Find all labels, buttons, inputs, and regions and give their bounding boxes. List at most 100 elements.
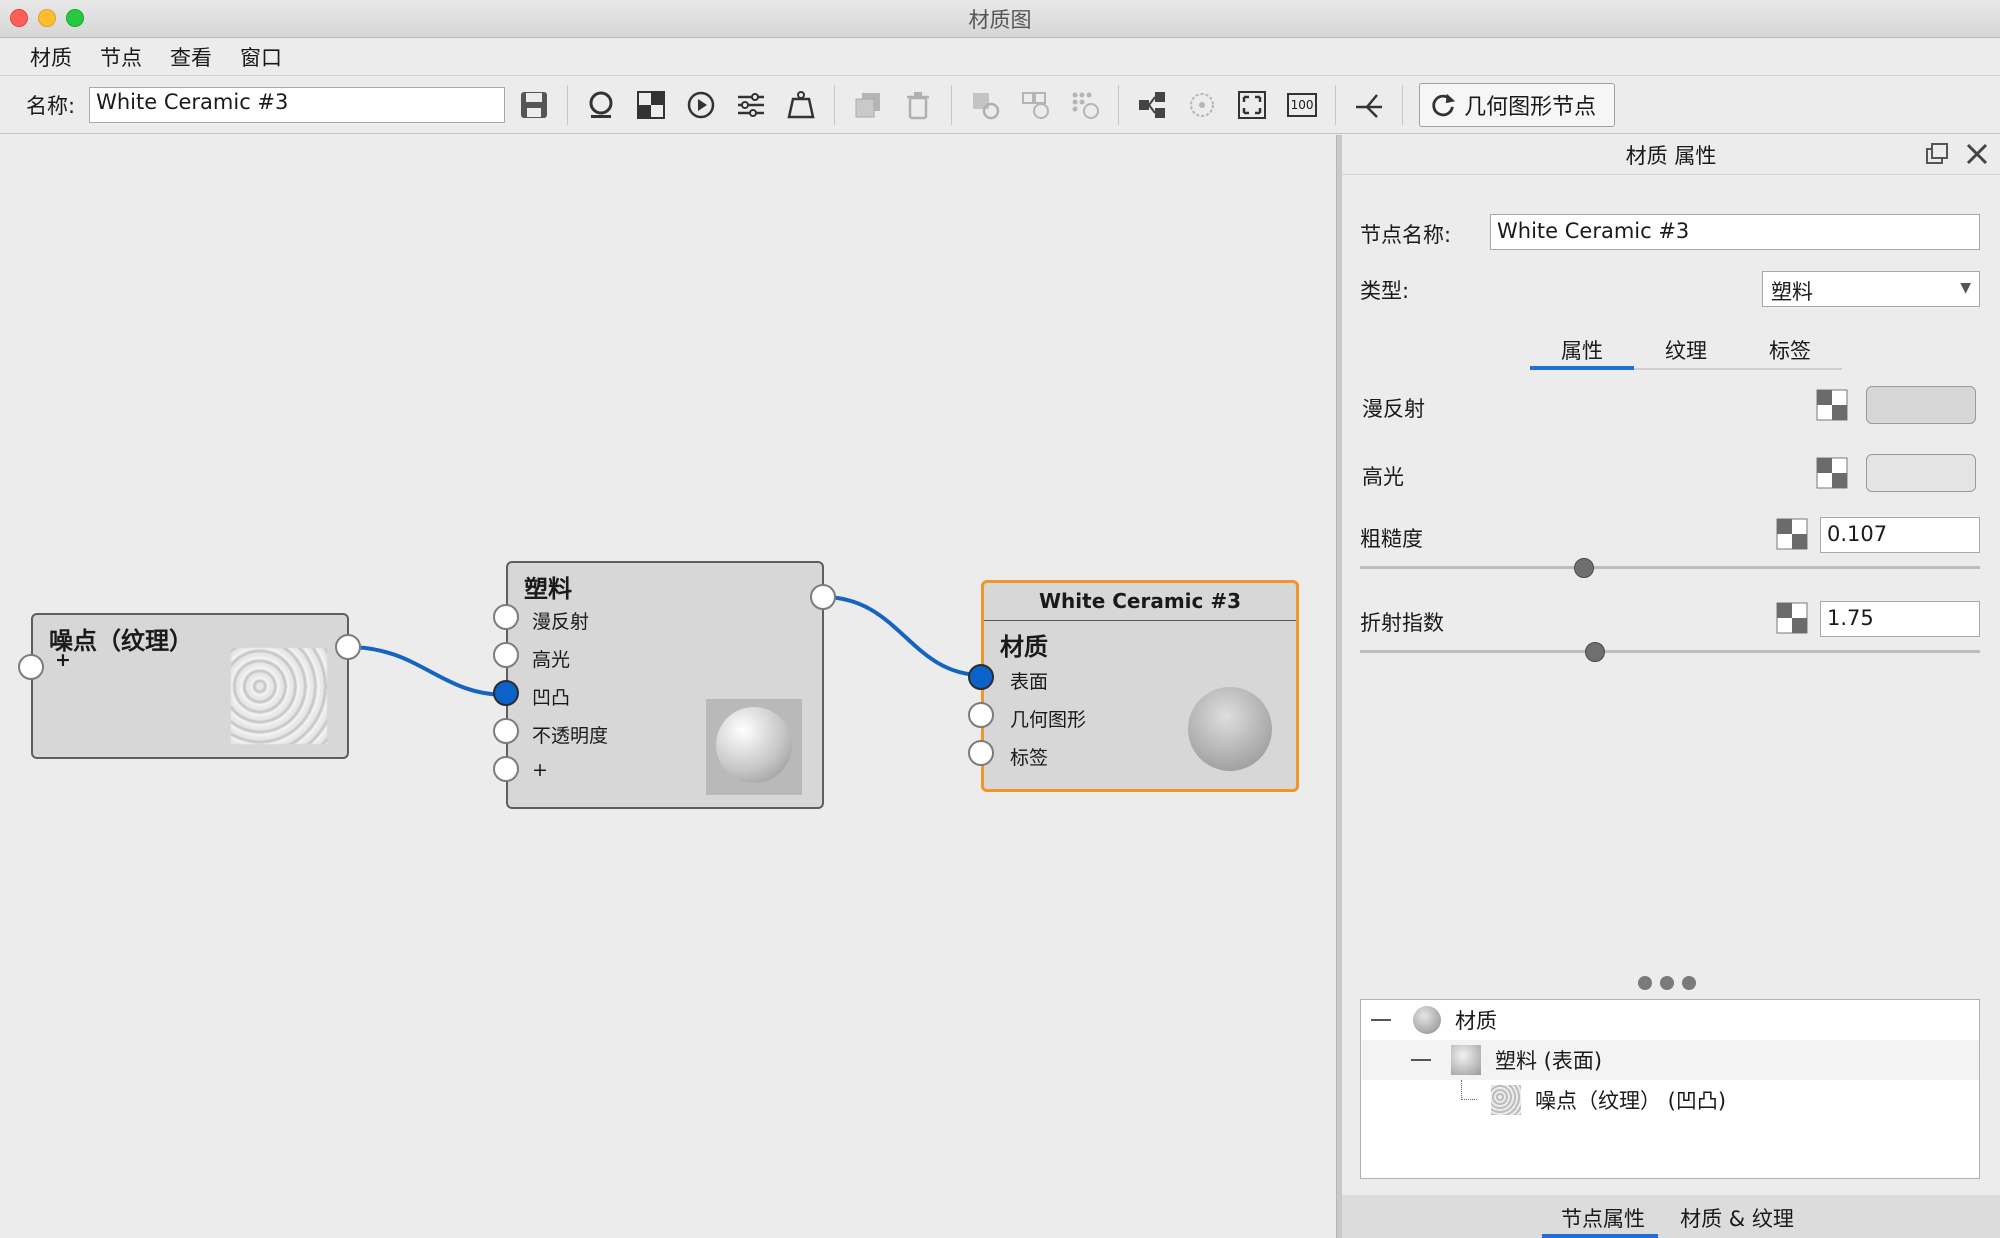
collapse-icon[interactable] bbox=[1411, 1059, 1431, 1061]
node-title: 塑料 bbox=[524, 575, 572, 603]
panel-title: 材质 属性 bbox=[1625, 143, 1717, 168]
preview-sphere-button[interactable] bbox=[582, 86, 620, 124]
material-tree: 材质 塑料 (表面) 噪点（纹理） (凹凸) bbox=[1360, 999, 1980, 1179]
plastic-specular-port[interactable] bbox=[493, 642, 519, 668]
add-node-button[interactable] bbox=[966, 86, 1004, 124]
noise-node[interactable]: 噪点（纹理） + bbox=[31, 613, 349, 759]
duplicate-button[interactable] bbox=[849, 86, 887, 124]
diffuse-texture-icon[interactable] bbox=[1816, 389, 1848, 421]
menu-window[interactable]: 窗口 bbox=[226, 42, 296, 72]
plastic-diffuse-port[interactable] bbox=[493, 604, 519, 630]
type-label: 类型: bbox=[1360, 279, 1410, 303]
tree-row[interactable]: 塑料 (表面) bbox=[1361, 1040, 1979, 1080]
wire-noise-to-bump bbox=[347, 645, 507, 697]
port-label-specular: 高光 bbox=[532, 649, 571, 671]
checker-background-button[interactable] bbox=[632, 86, 670, 124]
resize-handle-dots[interactable] bbox=[1638, 976, 1696, 990]
noise-input-port[interactable] bbox=[18, 654, 44, 680]
undock-icon[interactable] bbox=[1924, 141, 1950, 167]
material-sphere-icon bbox=[1413, 1006, 1441, 1034]
add-port-label[interactable]: + bbox=[55, 649, 71, 671]
diffuse-color-swatch[interactable] bbox=[1866, 386, 1976, 424]
save-button[interactable] bbox=[515, 86, 553, 124]
material-tag-port[interactable] bbox=[968, 740, 994, 766]
ior-texture-icon[interactable] bbox=[1776, 602, 1808, 634]
roughness-label: 粗糙度 bbox=[1360, 527, 1423, 551]
specular-color-swatch[interactable] bbox=[1866, 454, 1976, 492]
roughness-input[interactable]: 0.107 bbox=[1820, 517, 1980, 553]
close-window-button[interactable] bbox=[10, 9, 28, 27]
trash-icon bbox=[907, 91, 930, 119]
noise-thumb-icon bbox=[1491, 1085, 1521, 1115]
port-label-surface: 表面 bbox=[1010, 671, 1049, 693]
collapse-icon[interactable] bbox=[1371, 1019, 1391, 1021]
geometry-node-button[interactable]: 几何图形节点 bbox=[1419, 82, 1616, 127]
group-nodes-button[interactable] bbox=[1016, 86, 1054, 124]
tree-row[interactable]: 材质 bbox=[1361, 1000, 1979, 1040]
tab-texture[interactable]: 纹理 bbox=[1634, 335, 1738, 365]
group-icon bbox=[1022, 91, 1050, 119]
close-panel-icon[interactable] bbox=[1964, 141, 1990, 167]
weight-icon bbox=[787, 90, 815, 118]
port-label-bump: 凹凸 bbox=[532, 687, 571, 709]
fit-view-button[interactable] bbox=[1233, 86, 1271, 124]
minimize-window-button[interactable] bbox=[38, 9, 56, 27]
port-label-add[interactable]: + bbox=[532, 759, 548, 781]
tree-label-noise: 噪点（纹理） (凹凸) bbox=[1535, 1089, 1727, 1113]
menu-node[interactable]: 节点 bbox=[86, 42, 156, 72]
material-node-header: White Ceramic #3 bbox=[984, 583, 1296, 621]
plastic-bump-port[interactable] bbox=[493, 680, 519, 706]
roughness-slider-track[interactable] bbox=[1360, 566, 1980, 569]
zoom-100-button[interactable]: 100 bbox=[1283, 86, 1321, 124]
type-select-value: 塑料 bbox=[1771, 280, 1813, 304]
toolbar-separator bbox=[1335, 84, 1337, 125]
node-graph-canvas[interactable]: 噪点（纹理） + 塑料 漫反射 高光 凹凸 不透明度 + White Ceram… bbox=[0, 135, 1336, 1238]
specular-texture-icon[interactable] bbox=[1816, 457, 1848, 489]
copy-icon bbox=[855, 92, 881, 117]
maximize-window-button[interactable] bbox=[66, 9, 84, 27]
plastic-opacity-port[interactable] bbox=[493, 718, 519, 744]
tree-label-material: 材质 bbox=[1455, 1009, 1497, 1033]
material-sphere-preview bbox=[1188, 687, 1272, 771]
sliders-icon bbox=[738, 92, 765, 117]
tree-layout-icon bbox=[1139, 91, 1166, 118]
ior-slider-thumb[interactable] bbox=[1585, 642, 1605, 662]
name-label: 名称: bbox=[26, 93, 76, 118]
material-node[interactable]: White Ceramic #3 材质 表面 几何图形 标签 bbox=[981, 580, 1299, 792]
share-button[interactable] bbox=[1350, 86, 1388, 124]
plastic-output-port[interactable] bbox=[810, 584, 836, 610]
roughness-slider-thumb[interactable] bbox=[1574, 558, 1594, 578]
ior-input[interactable]: 1.75 bbox=[1820, 601, 1980, 637]
tree-row[interactable]: 噪点（纹理） (凹凸) bbox=[1361, 1080, 1979, 1120]
node-add-icon bbox=[973, 92, 1000, 119]
roughness-texture-icon[interactable] bbox=[1776, 518, 1808, 550]
node-name-input[interactable]: White Ceramic #3 bbox=[1490, 214, 1980, 250]
tab-properties[interactable]: 属性 bbox=[1530, 335, 1634, 365]
noise-output-port[interactable] bbox=[335, 634, 361, 660]
material-geometry-port[interactable] bbox=[968, 702, 994, 728]
bottom-tab-active-indicator bbox=[1542, 1234, 1658, 1238]
adjust-button[interactable] bbox=[732, 86, 770, 124]
refresh-icon bbox=[1432, 93, 1456, 116]
menu-material[interactable]: 材质 bbox=[16, 42, 86, 72]
center-button[interactable] bbox=[1183, 86, 1221, 124]
menu-view[interactable]: 查看 bbox=[156, 42, 226, 72]
type-select[interactable]: 塑料 ▼ bbox=[1762, 271, 1980, 307]
bottom-tab-node-properties[interactable]: 节点属性 bbox=[1547, 1203, 1659, 1233]
port-label-tag: 标签 bbox=[1010, 747, 1049, 769]
tab-tags[interactable]: 标签 bbox=[1738, 335, 1842, 365]
scatter-button[interactable] bbox=[1066, 86, 1104, 124]
plastic-add-port[interactable] bbox=[493, 756, 519, 782]
plastic-node[interactable]: 塑料 漫反射 高光 凹凸 不透明度 + bbox=[506, 561, 824, 809]
weight-button[interactable] bbox=[782, 86, 820, 124]
ior-slider-track[interactable] bbox=[1360, 650, 1980, 653]
toolbar-separator bbox=[951, 84, 953, 125]
delete-button[interactable] bbox=[899, 86, 937, 124]
bottom-tab-material-texture[interactable]: 材质 & 纹理 bbox=[1662, 1203, 1812, 1233]
node-name-label: 节点名称: bbox=[1360, 223, 1452, 247]
layout-tree-button[interactable] bbox=[1133, 86, 1171, 124]
name-input[interactable]: White Ceramic #3 bbox=[89, 86, 506, 123]
play-button[interactable] bbox=[682, 86, 720, 124]
material-surface-port[interactable] bbox=[968, 664, 994, 690]
geometry-node-label: 几何图形节点 bbox=[1464, 94, 1597, 120]
